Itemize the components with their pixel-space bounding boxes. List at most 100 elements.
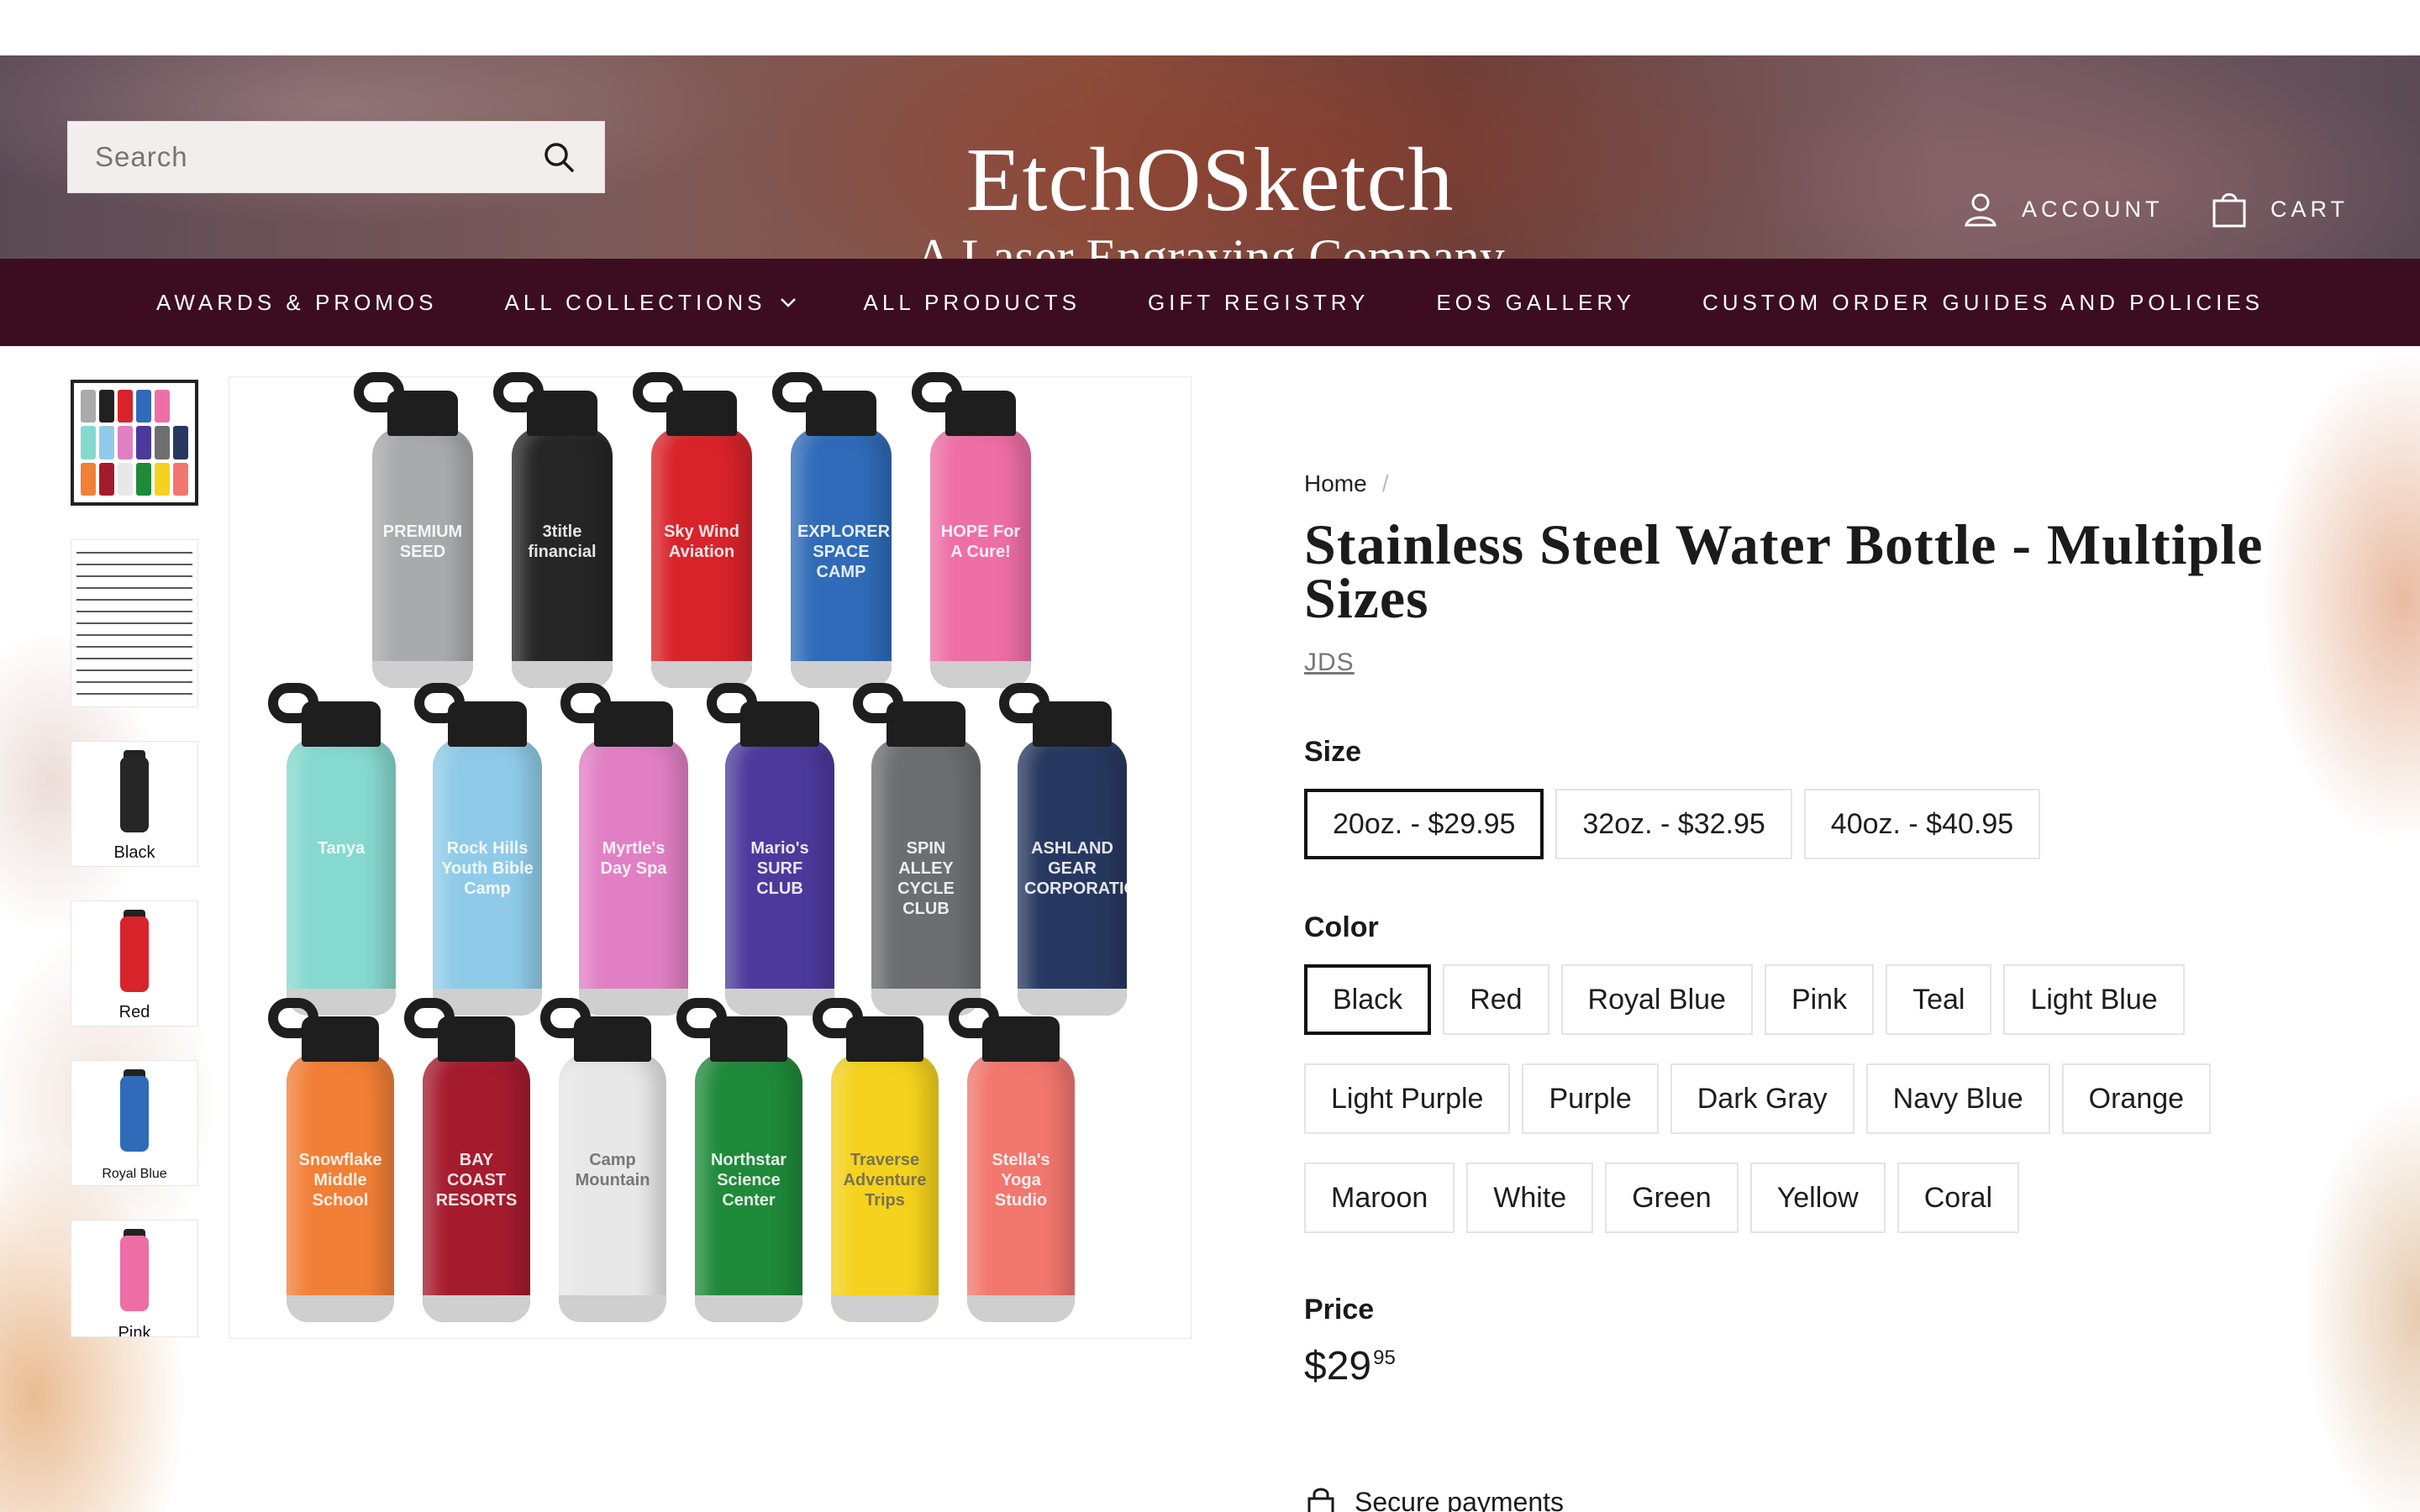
color-option-light-blue[interactable]: Light Blue	[2003, 964, 2185, 1035]
search-box[interactable]	[67, 121, 605, 193]
color-option-pink[interactable]: Pink	[1764, 964, 1875, 1035]
product-bottle: Tanya	[268, 683, 396, 1016]
product-title: Stainless Steel Water Bottle - Multiple …	[1304, 512, 2264, 630]
nav-label: AWARDS & PROMOS	[155, 289, 438, 315]
bottle-base	[695, 1295, 802, 1322]
thumbnail-image	[120, 1236, 149, 1311]
thumbnail-black[interactable]: Black	[71, 741, 198, 867]
bottle-engraving: Sky Wind Aviation	[664, 522, 739, 561]
thumbnail-pink[interactable]: Pink	[71, 1220, 198, 1337]
bottle-cap	[710, 1016, 787, 1062]
bottle-cap	[666, 391, 737, 436]
thumbnail-red[interactable]: Red	[71, 900, 198, 1026]
nav-label: CUSTOM ORDER GUIDES AND POLICIES	[1702, 289, 2265, 315]
account-icon	[1965, 193, 1996, 227]
thumbnail-label: Pink	[118, 1324, 151, 1337]
color-option-green[interactable]: Green	[1605, 1163, 1739, 1233]
bottle-cap	[594, 701, 673, 747]
color-option-red[interactable]: Red	[1443, 964, 1549, 1035]
account-label: ACCOUNT	[2022, 196, 2164, 222]
nav-item-awards-promos[interactable]: AWARDS & PROMOS	[123, 290, 471, 316]
color-option-maroon[interactable]: Maroon	[1304, 1163, 1455, 1233]
nav-item-all-products[interactable]: ALL PRODUCTS	[830, 290, 1114, 316]
product-bottle: Sky Wind Aviation	[633, 372, 752, 688]
secure-payments: Secure payments	[1304, 1485, 1564, 1512]
bottle-cap	[574, 1016, 651, 1062]
nav-item-eos-gallery[interactable]: EOS GALLERY	[1402, 290, 1669, 316]
bottle-engraving: PREMIUM SEED	[382, 522, 463, 561]
product-bottle: Myrtle's Day Spa	[560, 683, 688, 1016]
color-label: Color	[1304, 911, 1379, 943]
size-option-40oz[interactable]: 40oz. - $40.95	[1803, 789, 2041, 859]
color-option-orange[interactable]: Orange	[2061, 1063, 2212, 1134]
site-header: EtchOSketch A Laser Engraving Company AC…	[0, 55, 2420, 284]
product-bottle: ASHLAND GEAR CORPORATION	[999, 683, 1150, 1016]
secure-payments-label: Secure payments	[1355, 1486, 1565, 1512]
bottle-base	[423, 1295, 530, 1322]
nav-label: GIFT REGISTRY	[1147, 289, 1370, 315]
bottle-engraving: Snowflake Middle School	[298, 1151, 382, 1210]
breadcrumb-home[interactable]: Home	[1304, 470, 1367, 497]
bottle-cap	[945, 391, 1016, 436]
thumbnail-label: Royal Blue	[102, 1167, 167, 1181]
bottle-cap	[740, 701, 819, 747]
color-options: Black Red Royal Blue Pink Teal Light Blu…	[1304, 964, 2329, 1233]
thumbnail-font-sheet[interactable]	[71, 539, 198, 707]
product-bottle: PREMIUM SEED	[354, 372, 473, 688]
bottle-engraving: Mario's SURF CLUB	[750, 838, 809, 898]
product-bottle: EXPLORER SPACE CAMP	[772, 372, 892, 688]
thumbnail-all-colors[interactable]	[71, 380, 198, 506]
color-option-coral[interactable]: Coral	[1897, 1163, 2019, 1233]
account-link[interactable]: ACCOUNT	[1961, 190, 2164, 228]
bottle-cap	[806, 391, 876, 436]
breadcrumb: Home /	[1304, 470, 2329, 497]
bottle-engraving: Traverse Adventure Trips	[843, 1151, 927, 1210]
size-option-20oz[interactable]: 20oz. - $29.95	[1304, 789, 1544, 859]
bottle-cap	[302, 1016, 379, 1062]
search-icon[interactable]	[540, 139, 577, 176]
bottle-engraving: Northstar Science Center	[710, 1151, 786, 1210]
bottle-engraving: BAY COAST RESORTS	[435, 1151, 518, 1210]
bottle-cap	[302, 701, 381, 747]
bottle-base	[287, 1295, 394, 1322]
breadcrumb-separator: /	[1381, 470, 1389, 496]
bottle-engraving: Tanya	[317, 838, 366, 858]
bottle-base	[967, 1295, 1075, 1322]
bottle-engraving: Rock Hills Youth Bible Camp	[441, 838, 534, 898]
nav-item-gift-registry[interactable]: GIFT REGISTRY	[1114, 290, 1402, 316]
bottle-engraving: SPIN ALLEY CYCLE CLUB	[897, 838, 955, 918]
bottle-base	[559, 1295, 666, 1322]
thumbnail-image	[76, 545, 192, 701]
bottle-engraving: HOPE For A Cure!	[940, 522, 1021, 561]
cart-link[interactable]: CART	[2210, 190, 2349, 228]
thumbnail-label: Red	[118, 1003, 150, 1021]
nav-item-all-collections[interactable]: ALL COLLECTIONS	[471, 290, 830, 316]
bottle-engraving: 3title financial	[528, 522, 597, 561]
bottle-engraving: Stella's Yoga Studio	[992, 1151, 1050, 1210]
price-cents: 95	[1373, 1347, 1396, 1369]
color-option-light-purple[interactable]: Light Purple	[1304, 1063, 1511, 1134]
color-option-royal-blue[interactable]: Royal Blue	[1560, 964, 1753, 1035]
thumbnail-label: Black	[113, 843, 155, 862]
bottle-base	[579, 989, 688, 1016]
product-bottle: Mario's SURF CLUB	[707, 683, 834, 1016]
color-option-yellow[interactable]: Yellow	[1749, 1163, 1886, 1233]
color-option-dark-gray[interactable]: Dark Gray	[1670, 1063, 1854, 1134]
thumbnail-royal-blue[interactable]: Royal Blue	[71, 1060, 198, 1186]
color-option-navy-blue[interactable]: Navy Blue	[1865, 1063, 2050, 1134]
nav-label: ALL COLLECTIONS	[504, 289, 766, 315]
nav-item-custom-order-guides[interactable]: CUSTOM ORDER GUIDES AND POLICIES	[1669, 290, 2297, 316]
main-product-image[interactable]: PREMIUM SEED 3title financial Sky Wind Avi…	[229, 372, 1192, 1339]
vendor-link[interactable]: JDS	[1304, 648, 1355, 677]
bottle-engraving: Camp Mountain	[575, 1151, 650, 1190]
bottle-base	[831, 1295, 939, 1322]
search-input[interactable]	[95, 141, 540, 173]
color-option-black[interactable]: Black	[1304, 964, 1432, 1035]
size-option-32oz[interactable]: 32oz. - $32.95	[1555, 789, 1792, 859]
main-navigation: AWARDS & PROMOS ALL COLLECTIONS ALL PROD…	[0, 259, 2420, 346]
color-option-teal[interactable]: Teal	[1886, 964, 1992, 1035]
thumbnail-image	[120, 916, 149, 992]
color-option-white[interactable]: White	[1466, 1163, 1594, 1233]
color-option-purple[interactable]: Purple	[1522, 1063, 1659, 1134]
price-whole: $29	[1304, 1344, 1372, 1389]
